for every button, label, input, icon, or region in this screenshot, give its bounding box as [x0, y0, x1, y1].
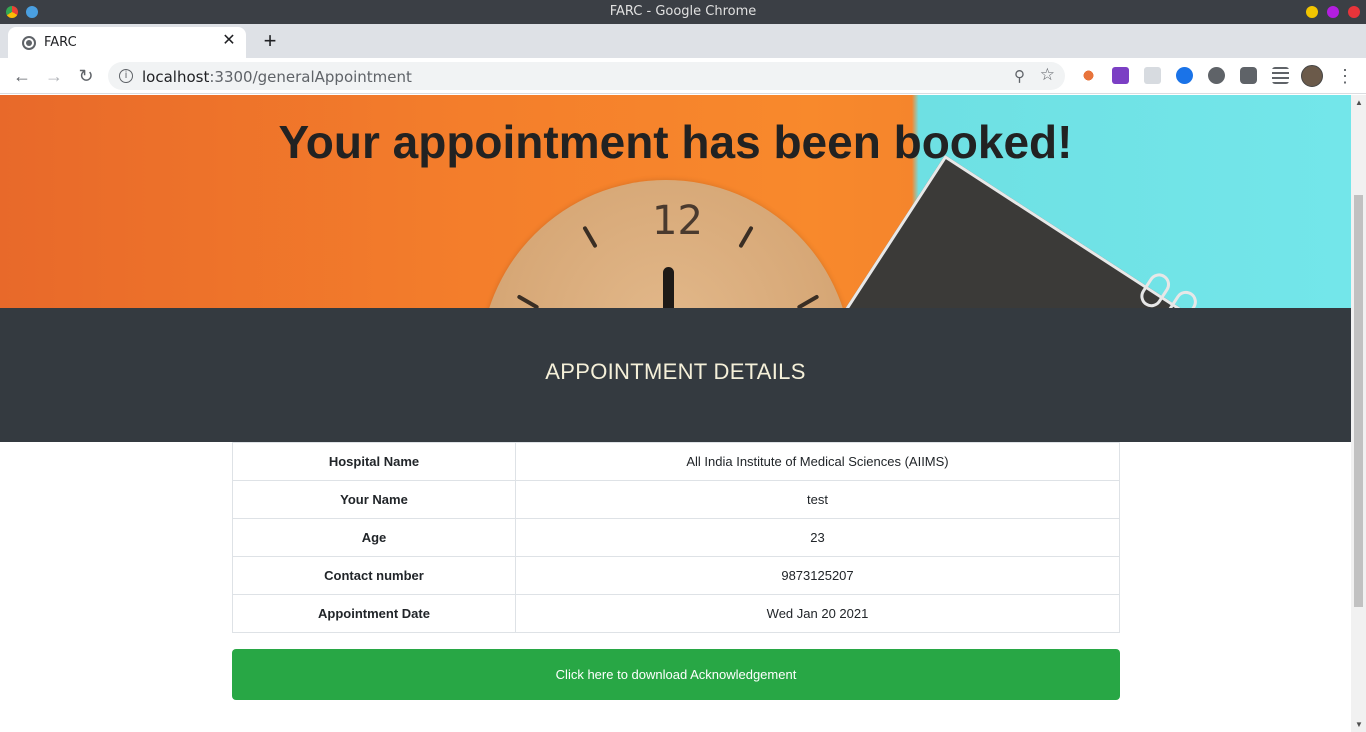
extension-react-icon[interactable]	[1144, 67, 1161, 84]
reload-icon[interactable]: ↻	[75, 65, 97, 87]
site-info-icon[interactable]: i	[119, 69, 133, 83]
minimize-button[interactable]	[1306, 6, 1318, 18]
row-label: Hospital Name	[232, 442, 516, 481]
back-icon[interactable]: ←	[11, 65, 33, 87]
row-value: 23	[515, 518, 1120, 557]
row-label: Age	[232, 518, 516, 557]
clock-image: 12	[480, 180, 852, 308]
row-value: test	[515, 480, 1120, 519]
notebook-image	[765, 155, 1298, 308]
extension-network-icon[interactable]	[1080, 67, 1097, 84]
details-header-band: APPOINTMENT DETAILS	[0, 308, 1351, 442]
row-label: Appointment Date	[232, 594, 516, 633]
extension-circle-icon[interactable]	[1208, 67, 1225, 84]
row-value: All India Institute of Medical Sciences …	[515, 442, 1120, 481]
bookmark-star-icon[interactable]: ☆	[1040, 65, 1055, 85]
clock-hand	[663, 267, 674, 308]
page-title: Your appointment has been booked!	[278, 116, 1073, 168]
row-label: Contact number	[232, 556, 516, 595]
url-path: :3300/generalAppointment	[209, 68, 412, 86]
hero-banner: 12 Your appointment has been booked!	[0, 95, 1351, 308]
zoom-icon[interactable]: ⚲	[1014, 67, 1025, 85]
new-tab-button[interactable]: +	[256, 29, 284, 55]
page-scrollbar[interactable]: ▲ ▼	[1351, 95, 1366, 732]
clock-tick	[738, 225, 754, 249]
maximize-button[interactable]	[1327, 6, 1339, 18]
url-text[interactable]: localhost:3300/generalAppointment	[142, 68, 412, 86]
table-row: Contact number 9873125207	[232, 556, 1120, 595]
url-host: localhost	[142, 68, 210, 86]
globe-icon	[22, 36, 36, 50]
table-row: Your Name test	[232, 480, 1120, 519]
row-value: Wed Jan 20 2021	[515, 594, 1120, 633]
tab-farc[interactable]: FARC ✕	[8, 27, 246, 58]
page-viewport: 12 Your appointment has been booked! APP…	[0, 95, 1351, 732]
section-heading: APPOINTMENT DETAILS	[545, 359, 806, 384]
tab-strip: FARC ✕ +	[0, 24, 1366, 58]
notebook-ring	[1136, 269, 1175, 308]
close-tab-icon[interactable]: ✕	[220, 32, 238, 50]
row-value: 9873125207	[515, 556, 1120, 595]
table-row: Hospital Name All India Institute of Med…	[232, 442, 1120, 481]
media-control-icon[interactable]	[1272, 67, 1289, 84]
notebook-ring	[1163, 286, 1202, 308]
clock-tick	[796, 294, 820, 308]
scroll-down-icon[interactable]: ▼	[1355, 720, 1363, 729]
forward-icon[interactable]: →	[43, 65, 65, 87]
extension-grid-icon[interactable]	[1112, 67, 1129, 84]
window-title-bar: FARC - Google Chrome	[0, 0, 1366, 24]
clock-tick	[516, 294, 540, 308]
download-acknowledgement-button[interactable]: Click here to download Acknowledgement	[232, 649, 1120, 700]
address-bar[interactable]: i localhost:3300/generalAppointment ⚲ ☆	[108, 62, 1065, 90]
tab-title: FARC	[44, 35, 77, 50]
window-title: FARC - Google Chrome	[609, 4, 757, 19]
extensions-puzzle-icon[interactable]	[1240, 67, 1257, 84]
table-row: Appointment Date Wed Jan 20 2021	[232, 594, 1120, 633]
extension-bookmark-icon[interactable]	[1176, 67, 1193, 84]
profile-avatar[interactable]	[1301, 65, 1323, 87]
browser-toolbar: ← → ↻ i localhost:3300/generalAppointmen…	[0, 58, 1366, 94]
row-label: Your Name	[232, 480, 516, 519]
scrollbar-thumb[interactable]	[1354, 195, 1363, 607]
scroll-up-icon[interactable]: ▲	[1355, 98, 1363, 107]
table-row: Age 23	[232, 518, 1120, 557]
close-window-button[interactable]	[1348, 6, 1360, 18]
clock-number: 12	[652, 198, 703, 244]
chrome-menu-icon[interactable]: ⋮	[1336, 65, 1354, 87]
appointment-details-table: Hospital Name All India Institute of Med…	[232, 442, 1120, 633]
clock-tick	[582, 225, 598, 249]
